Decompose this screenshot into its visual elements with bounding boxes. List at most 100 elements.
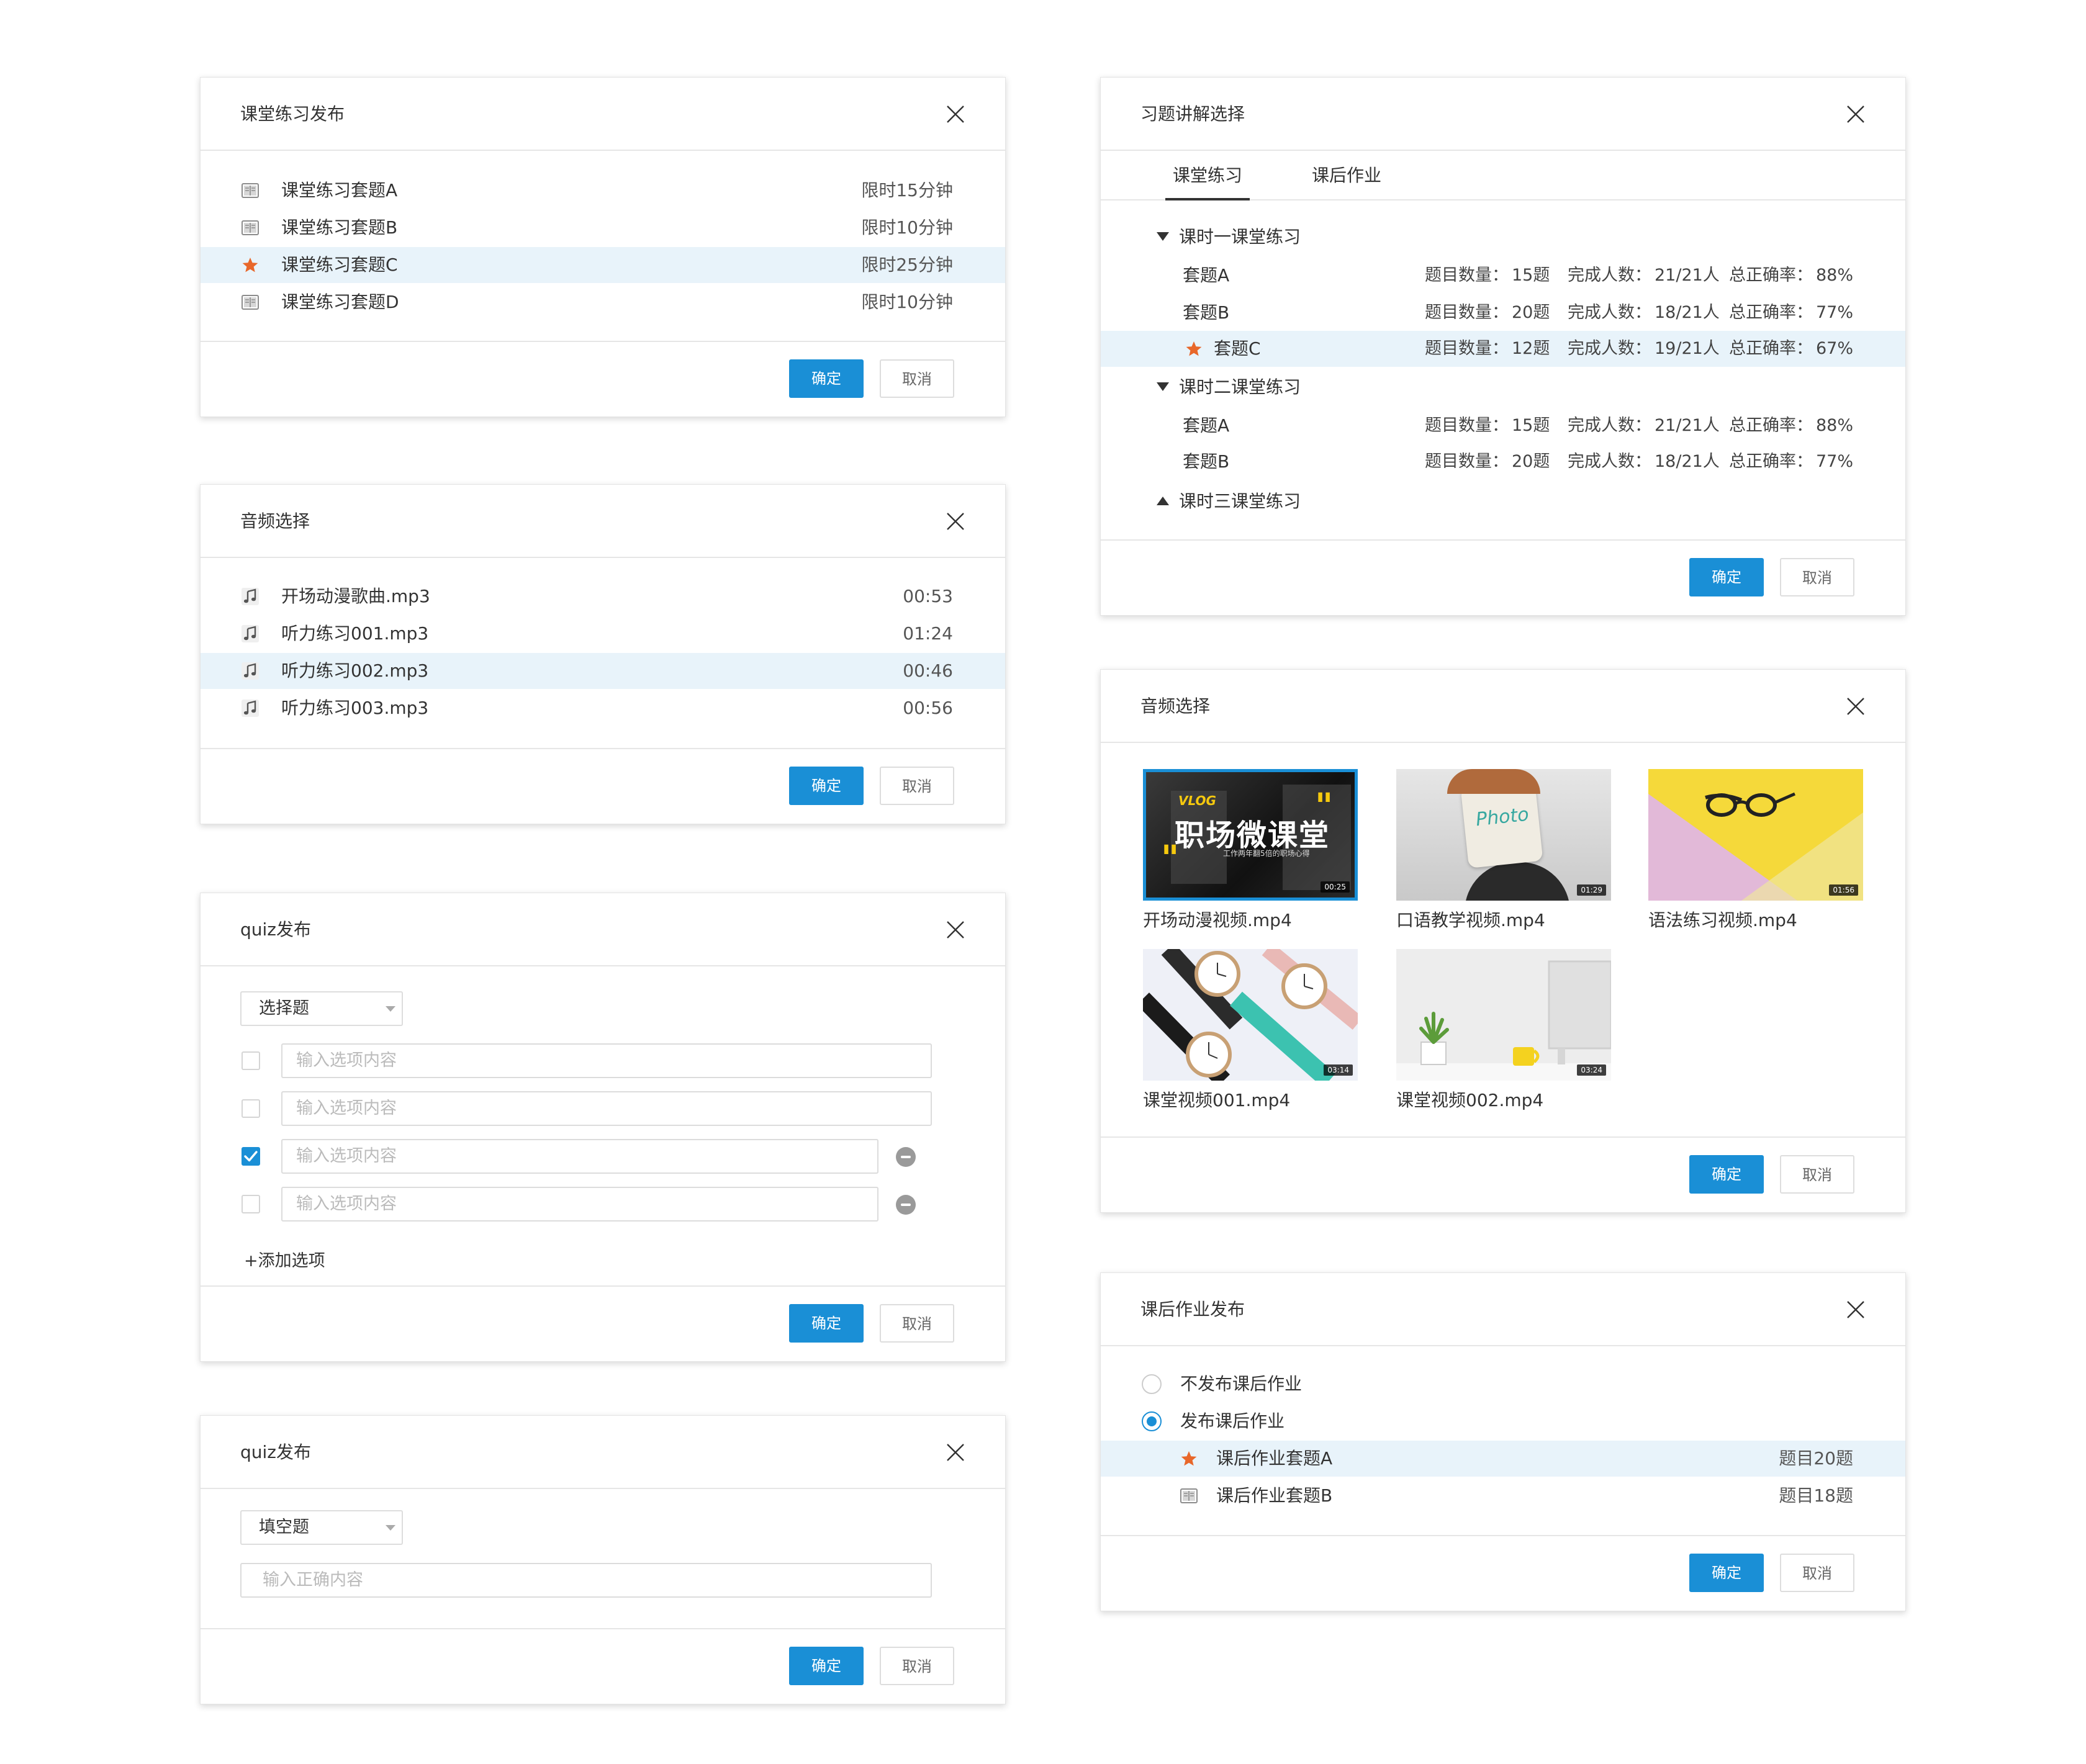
- lesson-group[interactable]: 课时二课堂练习: [1101, 369, 1905, 405]
- video-card[interactable]: Photo 01:29 口语教学视频.mp4: [1396, 769, 1611, 932]
- homework-item-selected[interactable]: 课后作业套题A 题目20题: [1101, 1441, 1905, 1477]
- question-count: 题目20题: [1779, 1448, 1853, 1469]
- option-input[interactable]: 输入选项内容: [281, 1187, 878, 1222]
- exercise-set-row-selected[interactable]: 套题C 题目数量： 12题 完成人数： 19/21人 总正确率： 67%: [1101, 331, 1905, 367]
- group-label: 课时三课堂练习: [1179, 491, 1301, 511]
- exercise-set-row[interactable]: 套题A 题目数量： 15题 完成人数： 21/21人 总正确率： 88%: [1101, 258, 1905, 294]
- video-thumbnail: VLOG 职场微课堂 " " 工作两年翻5倍的职场心得 00:25: [1143, 769, 1358, 901]
- close-icon[interactable]: [1846, 104, 1866, 124]
- radio-option-checked[interactable]: 发布课后作业: [1101, 1403, 1905, 1439]
- cancel-button[interactable]: 取消: [1780, 558, 1854, 596]
- time-limit: 限时25分钟: [861, 254, 953, 275]
- cover-tag: VLOG: [1178, 793, 1216, 808]
- confirm-button[interactable]: 确定: [789, 359, 864, 398]
- list-item-selected[interactable]: 课堂练习套题C 限时25分钟: [201, 247, 1005, 283]
- audio-duration: 00:46: [903, 660, 953, 681]
- confirm-button[interactable]: 确定: [1689, 558, 1764, 596]
- audio-item-selected[interactable]: 听力练习002.mp3 00:46: [201, 653, 1005, 689]
- tab-homework[interactable]: 课后作业: [1312, 151, 1381, 200]
- audio-name: 听力练习001.mp3: [281, 623, 429, 644]
- option-checkbox[interactable]: [242, 1051, 260, 1070]
- exercise-set-row[interactable]: 套题A 题目数量： 15题 完成人数： 21/21人 总正确率： 88%: [1101, 408, 1905, 444]
- remove-option-icon[interactable]: [896, 1147, 916, 1167]
- confirm-button[interactable]: 确定: [789, 1647, 864, 1685]
- lesson-group-collapsed[interactable]: 课时三课堂练习: [1101, 484, 1905, 520]
- audio-item[interactable]: 开场动漫歌曲.mp3 00:53: [201, 578, 1005, 614]
- dialog-footer: 确定 取消: [1101, 1136, 1905, 1212]
- cancel-button[interactable]: 取消: [1780, 1155, 1854, 1194]
- chevron-down-icon: [386, 1525, 395, 1531]
- close-icon[interactable]: [946, 920, 965, 940]
- option-input[interactable]: 输入选项内容: [281, 1139, 878, 1174]
- dialog-title: quiz发布: [240, 919, 311, 940]
- remove-option-icon[interactable]: [896, 1195, 916, 1215]
- caret-down-icon: [1157, 382, 1169, 391]
- option-input[interactable]: 输入选项内容: [281, 1091, 932, 1126]
- book-icon: [242, 294, 259, 311]
- exercise-set-row[interactable]: 套题B 题目数量： 20题 完成人数： 18/21人 总正确率： 77%: [1101, 444, 1905, 480]
- stat-count-label: 题目数量：: [1425, 339, 1509, 358]
- video-name: 语法练习视频.mp4: [1648, 910, 1797, 930]
- radio-button-checked[interactable]: [1142, 1411, 1162, 1431]
- dialog-footer: 确定 取消: [1101, 1535, 1905, 1611]
- confirm-button[interactable]: 确定: [789, 1304, 864, 1343]
- cancel-button[interactable]: 取消: [880, 767, 954, 805]
- caret-down-icon: [1157, 232, 1169, 241]
- cancel-button[interactable]: 取消: [1780, 1554, 1854, 1592]
- video-duration: 00:25: [1321, 881, 1350, 893]
- close-icon[interactable]: [946, 511, 965, 531]
- book-icon: [242, 182, 259, 199]
- stat-done: 21/21人: [1655, 416, 1720, 435]
- video-card[interactable]: 01:56 语法练习视频.mp4: [1648, 769, 1863, 932]
- video-card-selected[interactable]: VLOG 职场微课堂 " " 工作两年翻5倍的职场心得 00:25 开场动漫视频…: [1143, 769, 1358, 932]
- dialog-audio-select: 音频选择 开场动漫歌曲.mp3 00:53 听力练习001.mp3 01:24 …: [200, 484, 1006, 824]
- radio-option[interactable]: 不发布课后作业: [1101, 1366, 1905, 1402]
- stat-done: 21/21人: [1655, 266, 1720, 285]
- option-checkbox[interactable]: [242, 1195, 260, 1213]
- list-item[interactable]: 课堂练习套题D 限时10分钟: [201, 284, 1005, 320]
- list-item[interactable]: 课堂练习套题A 限时15分钟: [201, 173, 1005, 209]
- exercise-set-row[interactable]: 套题B 题目数量： 20题 完成人数： 18/21人 总正确率： 77%: [1101, 295, 1905, 331]
- audio-duration: 00:53: [903, 586, 953, 606]
- cancel-button[interactable]: 取消: [880, 1304, 954, 1343]
- close-icon[interactable]: [946, 1442, 965, 1462]
- confirm-button[interactable]: 确定: [1689, 1155, 1764, 1194]
- dialog-header: quiz发布: [201, 1416, 1005, 1489]
- question-type-select[interactable]: 填空题: [240, 1510, 403, 1545]
- homework-item[interactable]: 课后作业套题B 题目18题: [1101, 1478, 1905, 1514]
- question-type-select[interactable]: 选择题: [240, 991, 403, 1026]
- cancel-button[interactable]: 取消: [880, 359, 954, 398]
- cancel-button[interactable]: 取消: [880, 1647, 954, 1685]
- radio-button[interactable]: [1142, 1374, 1162, 1394]
- tab-class-exercise[interactable]: 课堂练习: [1165, 151, 1250, 200]
- video-thumbnail: 03:14: [1143, 949, 1358, 1081]
- close-icon[interactable]: [946, 104, 965, 124]
- item-label: 课堂练习套题D: [281, 292, 399, 312]
- stat-count-label: 题目数量：: [1425, 266, 1509, 285]
- video-thumbnail: Photo 01:29: [1396, 769, 1611, 901]
- confirm-button[interactable]: 确定: [789, 767, 864, 805]
- lesson-group[interactable]: 课时一课堂练习: [1101, 219, 1905, 255]
- close-icon[interactable]: [1846, 696, 1866, 716]
- star-icon: [242, 256, 259, 274]
- add-option-link[interactable]: +添加选项: [244, 1247, 325, 1271]
- audio-item[interactable]: 听力练习001.mp3 01:24: [201, 616, 1005, 652]
- stat-done-label: 完成人数：: [1568, 416, 1651, 435]
- watches-scene: [1143, 949, 1358, 1081]
- option-checkbox[interactable]: [242, 1099, 260, 1118]
- star-icon: [1185, 340, 1203, 358]
- video-card[interactable]: 03:14 课堂视频001.mp4: [1143, 949, 1358, 1112]
- confirm-button[interactable]: 确定: [1689, 1554, 1764, 1592]
- close-icon[interactable]: [1846, 1300, 1866, 1320]
- cover-subtitle: 工作两年翻5倍的职场心得: [1223, 849, 1310, 858]
- dialog-title: 习题讲解选择: [1140, 104, 1245, 124]
- stat-count: 20题: [1512, 452, 1550, 471]
- option-input[interactable]: 输入选项内容: [281, 1043, 932, 1078]
- list-item[interactable]: 课堂练习套题B 限时10分钟: [201, 210, 1005, 246]
- book-icon: [242, 219, 259, 236]
- video-name: 课堂视频001.mp4: [1143, 1090, 1291, 1110]
- option-checkbox-checked[interactable]: [242, 1147, 260, 1166]
- answer-input[interactable]: 输入正确内容: [240, 1563, 932, 1598]
- audio-item[interactable]: 听力练习003.mp3 00:56: [201, 690, 1005, 726]
- video-card[interactable]: 03:24 课堂视频002.mp4: [1396, 949, 1611, 1112]
